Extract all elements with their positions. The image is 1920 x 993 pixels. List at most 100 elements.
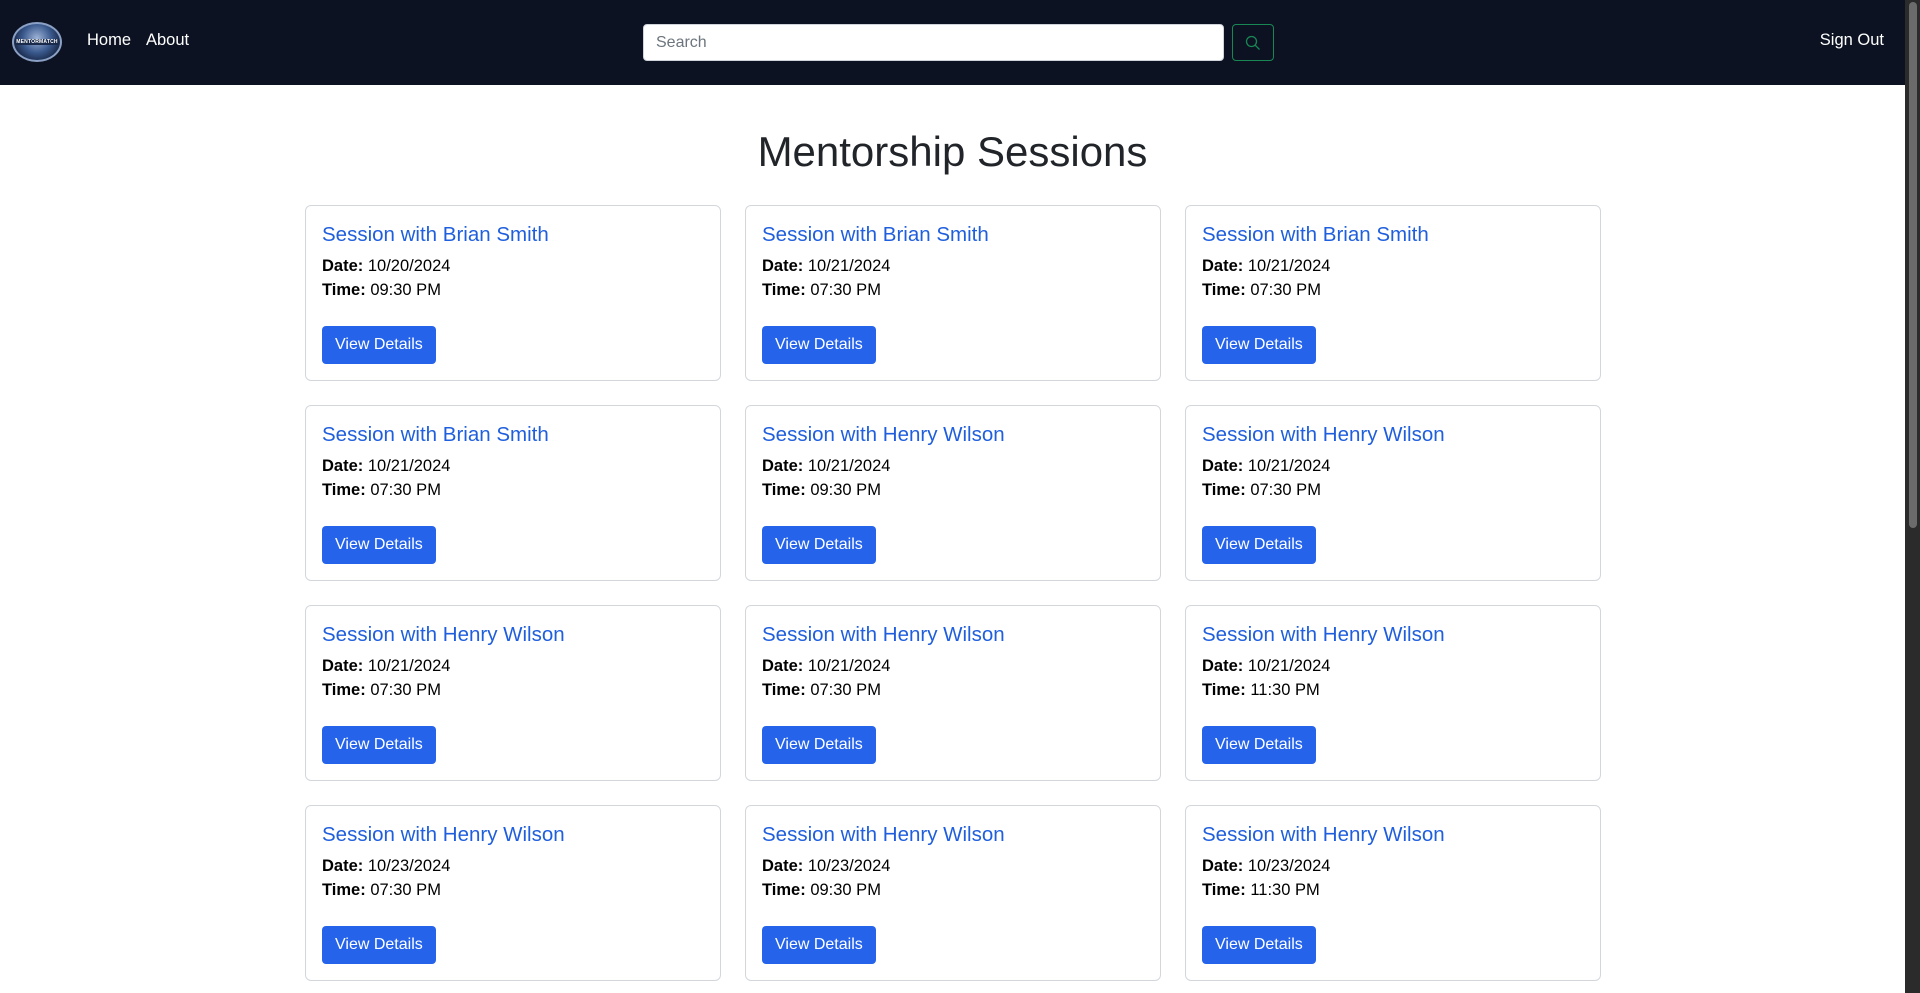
session-time-line: Time: 09:30 PM [762, 878, 1144, 902]
view-details-button[interactable]: View Details [322, 726, 436, 764]
session-card: Session with Henry Wilson Date: 10/21/202… [745, 405, 1161, 581]
session-time-line: Time: 07:30 PM [322, 478, 704, 502]
time-label: Time: [322, 881, 366, 899]
top-navbar: MENTORMATCH Home About Sign Out [0, 0, 1905, 85]
date-label: Date: [1202, 257, 1244, 275]
session-time: 07:30 PM [810, 681, 881, 699]
session-time-line: Time: 07:30 PM [322, 878, 704, 902]
date-label: Date: [322, 657, 364, 675]
session-date: 10/21/2024 [807, 657, 891, 675]
date-label: Date: [762, 657, 804, 675]
session-card: Session with Henry Wilson Date: 10/23/202… [745, 805, 1161, 981]
view-details-button[interactable]: View Details [1202, 526, 1316, 564]
session-title[interactable]: Session with Henry Wilson [762, 422, 1144, 448]
session-date: 10/21/2024 [1247, 657, 1331, 675]
session-title[interactable]: Session with Henry Wilson [762, 622, 1144, 648]
session-date: 10/21/2024 [1247, 457, 1331, 475]
session-date: 10/21/2024 [1247, 257, 1331, 275]
session-time: 11:30 PM [1250, 681, 1320, 699]
session-time-line: Time: 07:30 PM [322, 678, 704, 702]
view-details-button[interactable]: View Details [762, 326, 876, 364]
session-time-line: Time: 11:30 PM [1202, 878, 1584, 902]
session-time: 07:30 PM [1250, 481, 1321, 499]
time-label: Time: [1202, 681, 1246, 699]
date-label: Date: [1202, 657, 1244, 675]
time-label: Time: [322, 481, 366, 499]
session-date: 10/21/2024 [807, 257, 891, 275]
session-date: 10/20/2024 [367, 257, 451, 275]
date-label: Date: [762, 257, 804, 275]
session-title[interactable]: Session with Brian Smith [322, 422, 704, 448]
session-date-line: Date: 10/21/2024 [762, 254, 1144, 278]
session-time: 07:30 PM [370, 481, 441, 499]
time-label: Time: [1202, 281, 1246, 299]
session-card: Session with Brian Smith Date: 10/21/2024… [305, 405, 721, 581]
session-time-line: Time: 07:30 PM [1202, 278, 1584, 302]
view-details-button[interactable]: View Details [1202, 326, 1316, 364]
session-title[interactable]: Session with Henry Wilson [762, 822, 1144, 848]
session-date-line: Date: 10/21/2024 [762, 454, 1144, 478]
scrollbar-thumb[interactable] [1909, 2, 1917, 528]
date-label: Date: [322, 257, 364, 275]
session-card: Session with Brian Smith Date: 10/21/2024… [745, 205, 1161, 381]
view-details-button[interactable]: View Details [322, 926, 436, 964]
session-title[interactable]: Session with Henry Wilson [1202, 422, 1584, 448]
session-date: 10/21/2024 [807, 457, 891, 475]
session-time: 09:30 PM [810, 881, 881, 899]
session-card: Session with Brian Smith Date: 10/21/2024… [1185, 205, 1601, 381]
search-input[interactable] [643, 24, 1224, 61]
nav-home-link[interactable]: Home [87, 31, 131, 50]
session-title[interactable]: Session with Henry Wilson [322, 622, 704, 648]
session-card: Session with Henry Wilson Date: 10/23/202… [1185, 805, 1601, 981]
session-time: 07:30 PM [810, 281, 881, 299]
session-time: 09:30 PM [370, 281, 441, 299]
session-time-line: Time: 11:30 PM [1202, 678, 1584, 702]
session-date-line: Date: 10/23/2024 [762, 854, 1144, 878]
session-time-line: Time: 07:30 PM [762, 678, 1144, 702]
view-details-button[interactable]: View Details [762, 926, 876, 964]
session-title[interactable]: Session with Brian Smith [322, 222, 704, 248]
session-title[interactable]: Session with Henry Wilson [1202, 622, 1584, 648]
time-label: Time: [762, 481, 806, 499]
time-label: Time: [322, 281, 366, 299]
view-details-button[interactable]: View Details [762, 526, 876, 564]
session-date-line: Date: 10/21/2024 [1202, 654, 1584, 678]
session-time: 07:30 PM [370, 881, 441, 899]
session-title[interactable]: Session with Brian Smith [762, 222, 1144, 248]
session-title[interactable]: Session with Brian Smith [1202, 222, 1584, 248]
mentormatch-logo[interactable]: MENTORMATCH [12, 22, 62, 62]
date-label: Date: [1202, 457, 1244, 475]
date-label: Date: [1202, 857, 1244, 875]
sign-out-link[interactable]: Sign Out [1820, 31, 1884, 50]
session-time-line: Time: 09:30 PM [322, 278, 704, 302]
session-time-line: Time: 07:30 PM [1202, 478, 1584, 502]
session-time-line: Time: 09:30 PM [762, 478, 1144, 502]
view-details-button[interactable]: View Details [762, 726, 876, 764]
session-title[interactable]: Session with Henry Wilson [1202, 822, 1584, 848]
session-date: 10/23/2024 [807, 857, 891, 875]
search-icon [1245, 35, 1260, 50]
session-card: Session with Henry Wilson Date: 10/21/202… [745, 605, 1161, 781]
session-date: 10/21/2024 [367, 457, 451, 475]
view-details-button[interactable]: View Details [322, 326, 436, 364]
search-button[interactable] [1232, 24, 1274, 61]
time-label: Time: [762, 281, 806, 299]
session-time: 07:30 PM [1250, 281, 1321, 299]
session-card: Session with Henry Wilson Date: 10/21/202… [1185, 405, 1601, 581]
date-label: Date: [762, 457, 804, 475]
session-time: 07:30 PM [370, 681, 441, 699]
logo-text: MENTORMATCH [15, 39, 59, 45]
view-details-button[interactable]: View Details [1202, 926, 1316, 964]
view-details-button[interactable]: View Details [1202, 726, 1316, 764]
session-date-line: Date: 10/21/2024 [322, 654, 704, 678]
nav-about-link[interactable]: About [146, 31, 189, 50]
session-date: 10/23/2024 [1247, 857, 1331, 875]
time-label: Time: [762, 881, 806, 899]
session-date-line: Date: 10/21/2024 [1202, 254, 1584, 278]
session-date-line: Date: 10/20/2024 [322, 254, 704, 278]
session-date-line: Date: 10/21/2024 [322, 454, 704, 478]
session-title[interactable]: Session with Henry Wilson [322, 822, 704, 848]
date-label: Date: [762, 857, 804, 875]
view-details-button[interactable]: View Details [322, 526, 436, 564]
session-date-line: Date: 10/23/2024 [1202, 854, 1584, 878]
